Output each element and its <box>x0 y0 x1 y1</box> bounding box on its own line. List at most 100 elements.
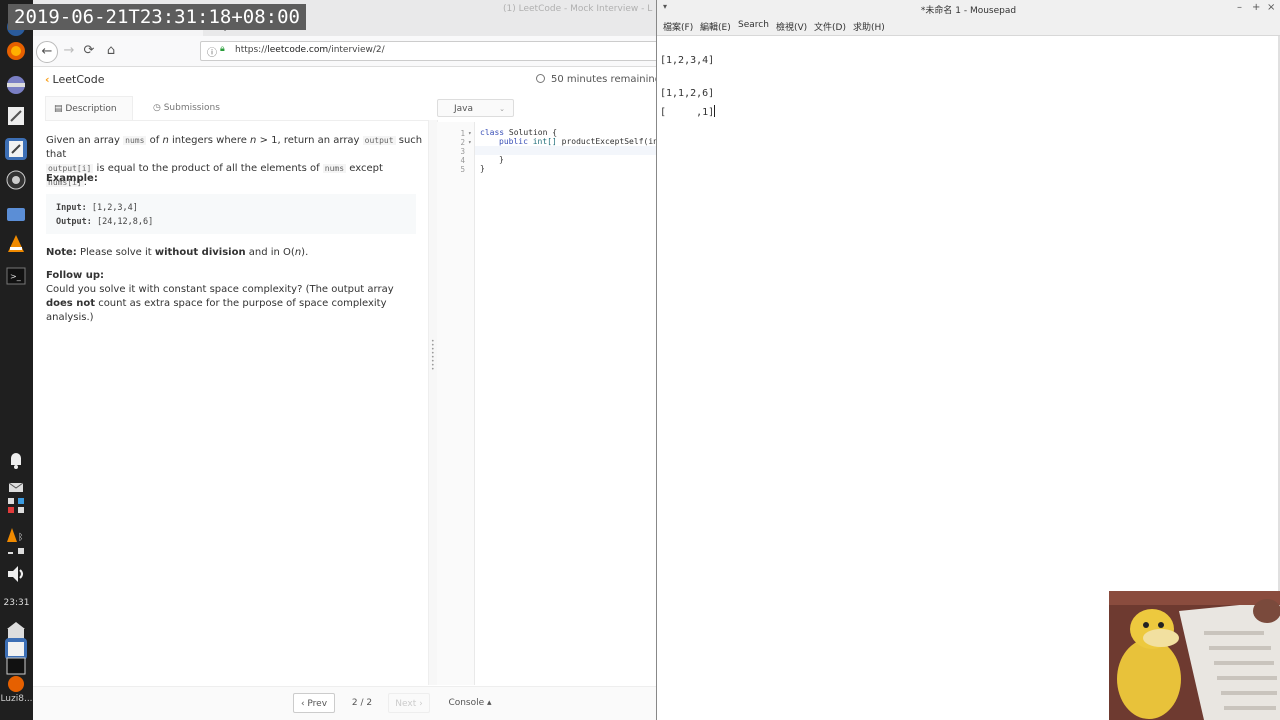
menu-document[interactable]: 文件(D) <box>814 20 846 33</box>
leetcode-header: ‹ LeetCode 50 minutes remaining <box>33 67 656 95</box>
reload-button[interactable]: ⟳ <box>79 41 99 61</box>
dock-clock[interactable]: 23:31 <box>0 598 33 608</box>
code-line-2[interactable]: public int[] productExceptSelf(int <box>499 137 656 146</box>
follow-up-heading: Follow up: <box>46 270 105 281</box>
inline-code-output: output <box>362 136 396 145</box>
example-input-value: [1,2,3,4] <box>91 203 138 213</box>
desc-text: count as extra space for the purpose of … <box>46 298 387 323</box>
note-label: Note: <box>46 247 77 258</box>
minimize-button[interactable]: – <box>1237 2 1242 13</box>
close-button[interactable]: × <box>1267 2 1275 13</box>
menu-view[interactable]: 檢視(V) <box>776 20 807 33</box>
taskbar-firefox-icon[interactable] <box>5 673 27 695</box>
leetcode-logo[interactable]: ‹ LeetCode <box>45 73 105 86</box>
timestamp-overlay: 2019-06-21T23:31:18+08:00 <box>8 4 306 30</box>
url-protocol: https:// <box>235 45 268 55</box>
tray-apps-icon[interactable] <box>5 494 27 516</box>
language-value: Java <box>454 104 474 114</box>
menu-search[interactable]: Search <box>738 20 769 30</box>
code-text: Solution { <box>504 128 558 137</box>
code-line-4[interactable]: } <box>499 155 504 164</box>
mousepad-icon[interactable] <box>5 138 27 160</box>
url-bar[interactable]: ⓘ 🔒︎ https://leetcode.com/interview/2/ <box>200 41 656 61</box>
forward-button[interactable]: → <box>59 41 79 61</box>
text-line-1[interactable]: [1,2,3,4] <box>660 55 714 66</box>
maximize-button[interactable]: + <box>1252 2 1260 13</box>
tab-description[interactable]: ▤ Description <box>45 96 133 120</box>
code-line-1[interactable]: class Solution { <box>480 128 557 137</box>
problem-tabs: ▤ Description ◷ Submissions <box>45 96 428 121</box>
code-keyword: class <box>480 128 505 137</box>
code-type: int[] <box>527 137 557 146</box>
language-select[interactable]: Java ⌄ <box>437 99 514 117</box>
example-input-label: Input: <box>56 203 87 213</box>
info-icon[interactable]: ⓘ <box>207 44 217 59</box>
desc-text: of <box>146 135 163 146</box>
example-output-line: Output: [24,12,8,6] <box>56 215 406 229</box>
svg-text:>_: >_ <box>10 272 22 281</box>
line-number: 5 <box>460 165 465 174</box>
follow-up-paragraph: Could you solve it with constant space c… <box>46 283 421 325</box>
mousepad-title: *未命名 1 - Mousepad <box>920 6 1017 16</box>
description-paragraph-2: output[i] is equal to the product of all… <box>46 162 426 190</box>
current-line-highlight <box>475 146 656 155</box>
editor-gutter: 1 ▾ 2 ▾ 3 4 5 <box>437 122 475 685</box>
back-button[interactable]: ← <box>36 41 58 63</box>
description-paragraph-1: Given an array nums of n integers where … <box>46 134 426 162</box>
clock-icon <box>536 74 545 83</box>
submissions-icon: ◷ <box>153 103 164 113</box>
volume-icon[interactable] <box>5 563 27 585</box>
menu-help[interactable]: 求助(H) <box>853 20 885 33</box>
leetcode-logo-text: LeetCode <box>52 73 105 86</box>
code-editor[interactable]: class Solution { public int[] productExc… <box>480 128 656 182</box>
tab-description-label: Description <box>65 104 117 114</box>
webcam-overlay <box>1109 591 1280 720</box>
desc-text: integers where <box>168 135 251 146</box>
tray-network-icon[interactable] <box>5 541 27 563</box>
splitter-handle[interactable]: • • • • • • • • <box>431 339 435 373</box>
lock-icon[interactable]: 🔒︎ <box>220 44 225 54</box>
vlc-icon[interactable] <box>5 233 27 255</box>
desc-text: except <box>346 163 383 174</box>
problem-description: Given an array nums of n integers where … <box>46 134 426 323</box>
next-button[interactable]: Next › <box>388 693 430 713</box>
leetcode-logo-icon: ‹ <box>45 73 50 86</box>
note-paragraph: Note: Please solve it without division a… <box>46 246 308 260</box>
disk-icon[interactable] <box>5 74 27 96</box>
description-icon: ▤ <box>54 104 66 114</box>
desc-text: Given an array <box>46 135 124 146</box>
prev-button[interactable]: ‹ Prev <box>293 693 335 713</box>
code-line-5[interactable]: } <box>480 164 485 173</box>
bottom-bar: ‹ Prev 2 / 2 Next › Console ▴ <box>33 686 656 720</box>
menu-edit[interactable]: 編輯(E) <box>700 20 731 33</box>
url-text[interactable]: https://leetcode.com/interview/2/ <box>235 45 385 55</box>
text-line-2[interactable]: [1,1,2,6] <box>660 88 714 99</box>
mousepad-menubar: 檔案(F) 編輯(E) Search 檢視(V) 文件(D) 求助(H) <box>657 18 1280 36</box>
menu-file[interactable]: 檔案(F) <box>663 20 693 33</box>
line-number: 1 <box>460 129 465 138</box>
text-line-3[interactable]: [ ,1] <box>660 105 716 118</box>
tab-submissions-label: Submissions <box>163 103 220 113</box>
code-text: productExceptSelf(int <box>556 137 656 146</box>
webcam-image <box>1109 591 1280 720</box>
code-keyword: public <box>499 137 528 146</box>
folder-icon[interactable] <box>5 203 27 225</box>
fold-icon[interactable]: ▾ <box>468 130 472 137</box>
home-button[interactable]: ⌂ <box>101 41 121 61</box>
example-box: Input: [1,2,3,4] Output: [24,12,8,6] <box>46 194 416 234</box>
fold-icon[interactable]: ▾ <box>468 139 472 146</box>
console-button[interactable]: Console ▴ <box>445 693 495 713</box>
notification-bell-icon[interactable] <box>5 449 27 471</box>
text-editor-icon[interactable] <box>5 105 27 127</box>
url-domain: leetcode.com <box>267 45 329 55</box>
firefox-icon[interactable] <box>5 40 27 62</box>
tab-submissions[interactable]: ◷ Submissions <box>145 96 228 120</box>
text-caret <box>714 105 716 117</box>
desc-text: , return an array <box>277 135 363 146</box>
mousepad-titlebar[interactable]: ▾ *未命名 1 - Mousepad – + × <box>657 0 1280 18</box>
terminal-icon[interactable]: >_ <box>5 265 27 287</box>
page-indicator: 2 / 2 <box>351 698 373 708</box>
obs-icon[interactable] <box>5 169 27 191</box>
desc-text: Please solve it <box>76 247 155 258</box>
left-dock: >_ ᛒ 23:31 Luzi8... <box>0 0 33 720</box>
